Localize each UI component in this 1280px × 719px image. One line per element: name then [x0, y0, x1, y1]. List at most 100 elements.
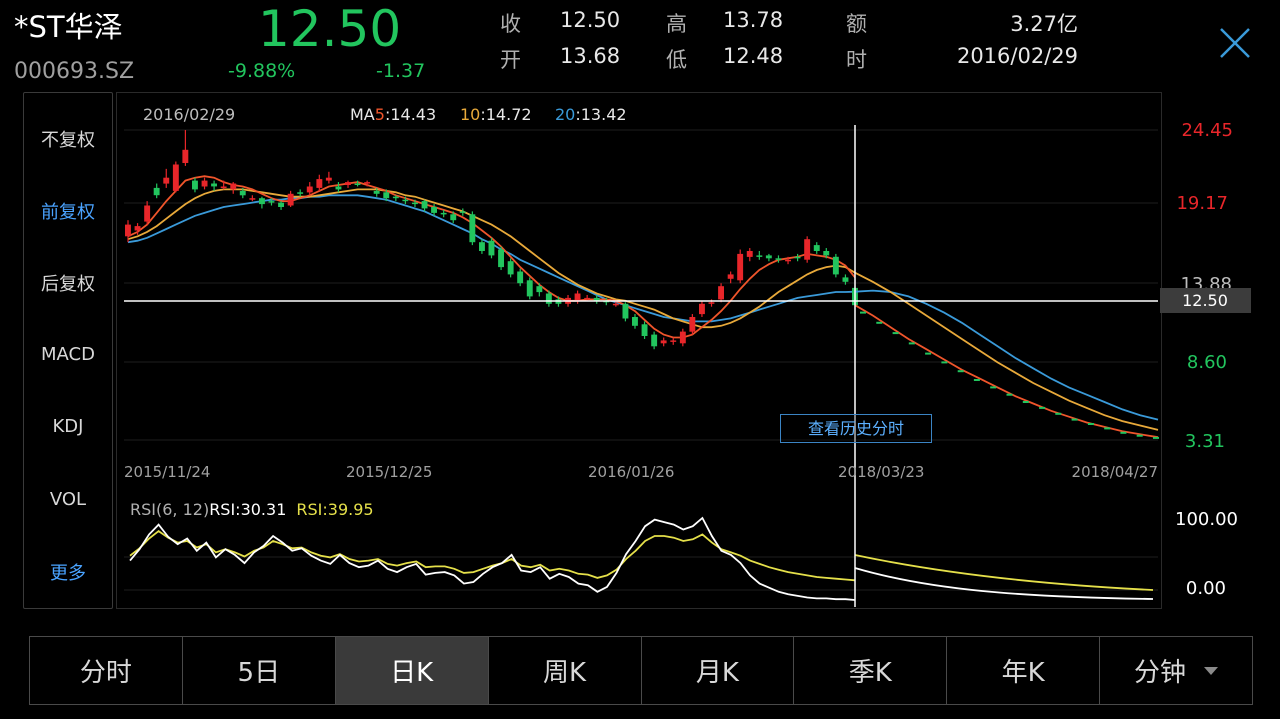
candle-body	[641, 324, 648, 336]
candle-body	[804, 239, 811, 260]
candle-body	[373, 190, 380, 194]
candle-body	[431, 207, 437, 213]
candle-body	[660, 340, 667, 344]
candle-body	[545, 293, 552, 304]
candle-body	[440, 212, 447, 215]
candlestick-series	[125, 130, 858, 350]
crosshair-price-label: 12.50	[1182, 291, 1228, 310]
candle-body	[249, 198, 256, 200]
candle-body	[832, 256, 839, 275]
date-tick: 2018/03/23	[838, 463, 924, 481]
candle-body	[517, 271, 524, 284]
rsi6-projection	[854, 567, 1154, 600]
candle-body	[574, 293, 581, 301]
candle-body	[144, 205, 151, 222]
candle-body	[316, 179, 323, 188]
candle-body	[794, 256, 801, 259]
rsi-legend: RSI(6, 12)RSI:30.31 RSI:39.95	[130, 500, 374, 519]
candle-body	[383, 192, 390, 199]
ma20-projection	[854, 289, 1159, 421]
date-tick: 2016/01/26	[588, 463, 674, 481]
candle-body	[402, 199, 409, 202]
candle-body	[163, 177, 170, 184]
candle-body	[469, 214, 476, 243]
candle-body	[239, 190, 246, 196]
candle-body	[632, 317, 638, 326]
date-tick: 2015/11/24	[124, 463, 210, 481]
rsi-tick: 0.00	[1186, 578, 1226, 599]
price-tick: 3.31	[1185, 431, 1225, 452]
candle-body	[392, 196, 399, 199]
candle-body	[306, 186, 313, 193]
candle-body	[498, 249, 504, 268]
candle-body	[756, 255, 763, 257]
candle-body	[287, 193, 294, 206]
tab-daily-k[interactable]: 日K	[335, 637, 489, 704]
candle-body	[584, 297, 591, 300]
chevron-down-icon	[1204, 666, 1219, 675]
candle-body	[679, 331, 686, 344]
candle-body	[746, 251, 753, 257]
candle-body	[364, 182, 371, 184]
candle-body	[785, 259, 791, 262]
price-tick: 8.60	[1187, 352, 1227, 373]
view-history-intraday-button[interactable]: 查看历史分时	[780, 414, 932, 443]
candle-body	[699, 303, 705, 315]
kline-chart[interactable]: 2016/02/29 MA5:14.43 10:14.72 20:13.42 2…	[0, 0, 1280, 719]
tab-monthly-k[interactable]: 月K	[642, 637, 795, 704]
period-tabs: 分时 5日 日K 周K 月K 季K 年K 分钟	[29, 636, 1253, 705]
candle-body	[259, 198, 265, 205]
rsi-tick: 100.00	[1175, 509, 1238, 530]
candle-body	[727, 274, 734, 279]
candle-body	[622, 303, 629, 319]
price-tick: 24.45	[1181, 120, 1233, 141]
candle-body	[134, 226, 141, 231]
candle-body	[192, 180, 198, 190]
candle-body	[230, 183, 237, 190]
candle-body	[172, 164, 179, 191]
date-tick: 2015/12/25	[346, 463, 432, 481]
candle-body	[842, 277, 849, 282]
candle-body	[450, 214, 457, 221]
candle-body	[278, 202, 284, 207]
candle-body	[536, 286, 543, 293]
tab-quarterly-k[interactable]: 季K	[794, 637, 948, 704]
candle-body	[412, 202, 418, 205]
candle-body	[297, 192, 304, 194]
candle-body	[211, 183, 217, 187]
tab-5day[interactable]: 5日	[183, 637, 336, 704]
candle-body	[689, 317, 696, 332]
candle-body	[479, 242, 485, 251]
candle-body	[507, 261, 514, 275]
candle-body	[335, 186, 342, 190]
candle-body	[354, 183, 361, 185]
candle-body	[708, 302, 715, 304]
tab-minute[interactable]: 分钟	[1100, 637, 1252, 704]
candle-body	[459, 211, 466, 213]
price-tick: 19.17	[1176, 193, 1228, 214]
candle-body	[345, 182, 351, 185]
candle-body	[153, 187, 160, 196]
rsi12-projection	[854, 554, 1154, 591]
tab-intraday[interactable]: 分时	[30, 637, 183, 704]
candle-body	[651, 334, 658, 347]
tab-weekly-k[interactable]: 周K	[489, 637, 642, 704]
candle-body	[612, 303, 619, 306]
candle-body	[125, 224, 131, 237]
tab-yearly-k[interactable]: 年K	[947, 637, 1101, 704]
candle-body	[737, 253, 744, 281]
candle-body	[526, 280, 533, 297]
candle-body	[823, 251, 830, 256]
candle-body	[813, 245, 820, 251]
candle-body	[201, 180, 208, 187]
rsi-lines	[129, 516, 1154, 601]
date-tick: 2018/04/27	[1072, 463, 1158, 481]
candle-body	[268, 201, 275, 203]
candle-body	[670, 340, 677, 342]
candle-body	[421, 201, 428, 209]
candle-body	[488, 240, 495, 256]
candle-body	[765, 255, 772, 259]
candle-body	[325, 177, 332, 181]
rsi12-line	[129, 529, 856, 582]
candle-body	[775, 258, 782, 260]
